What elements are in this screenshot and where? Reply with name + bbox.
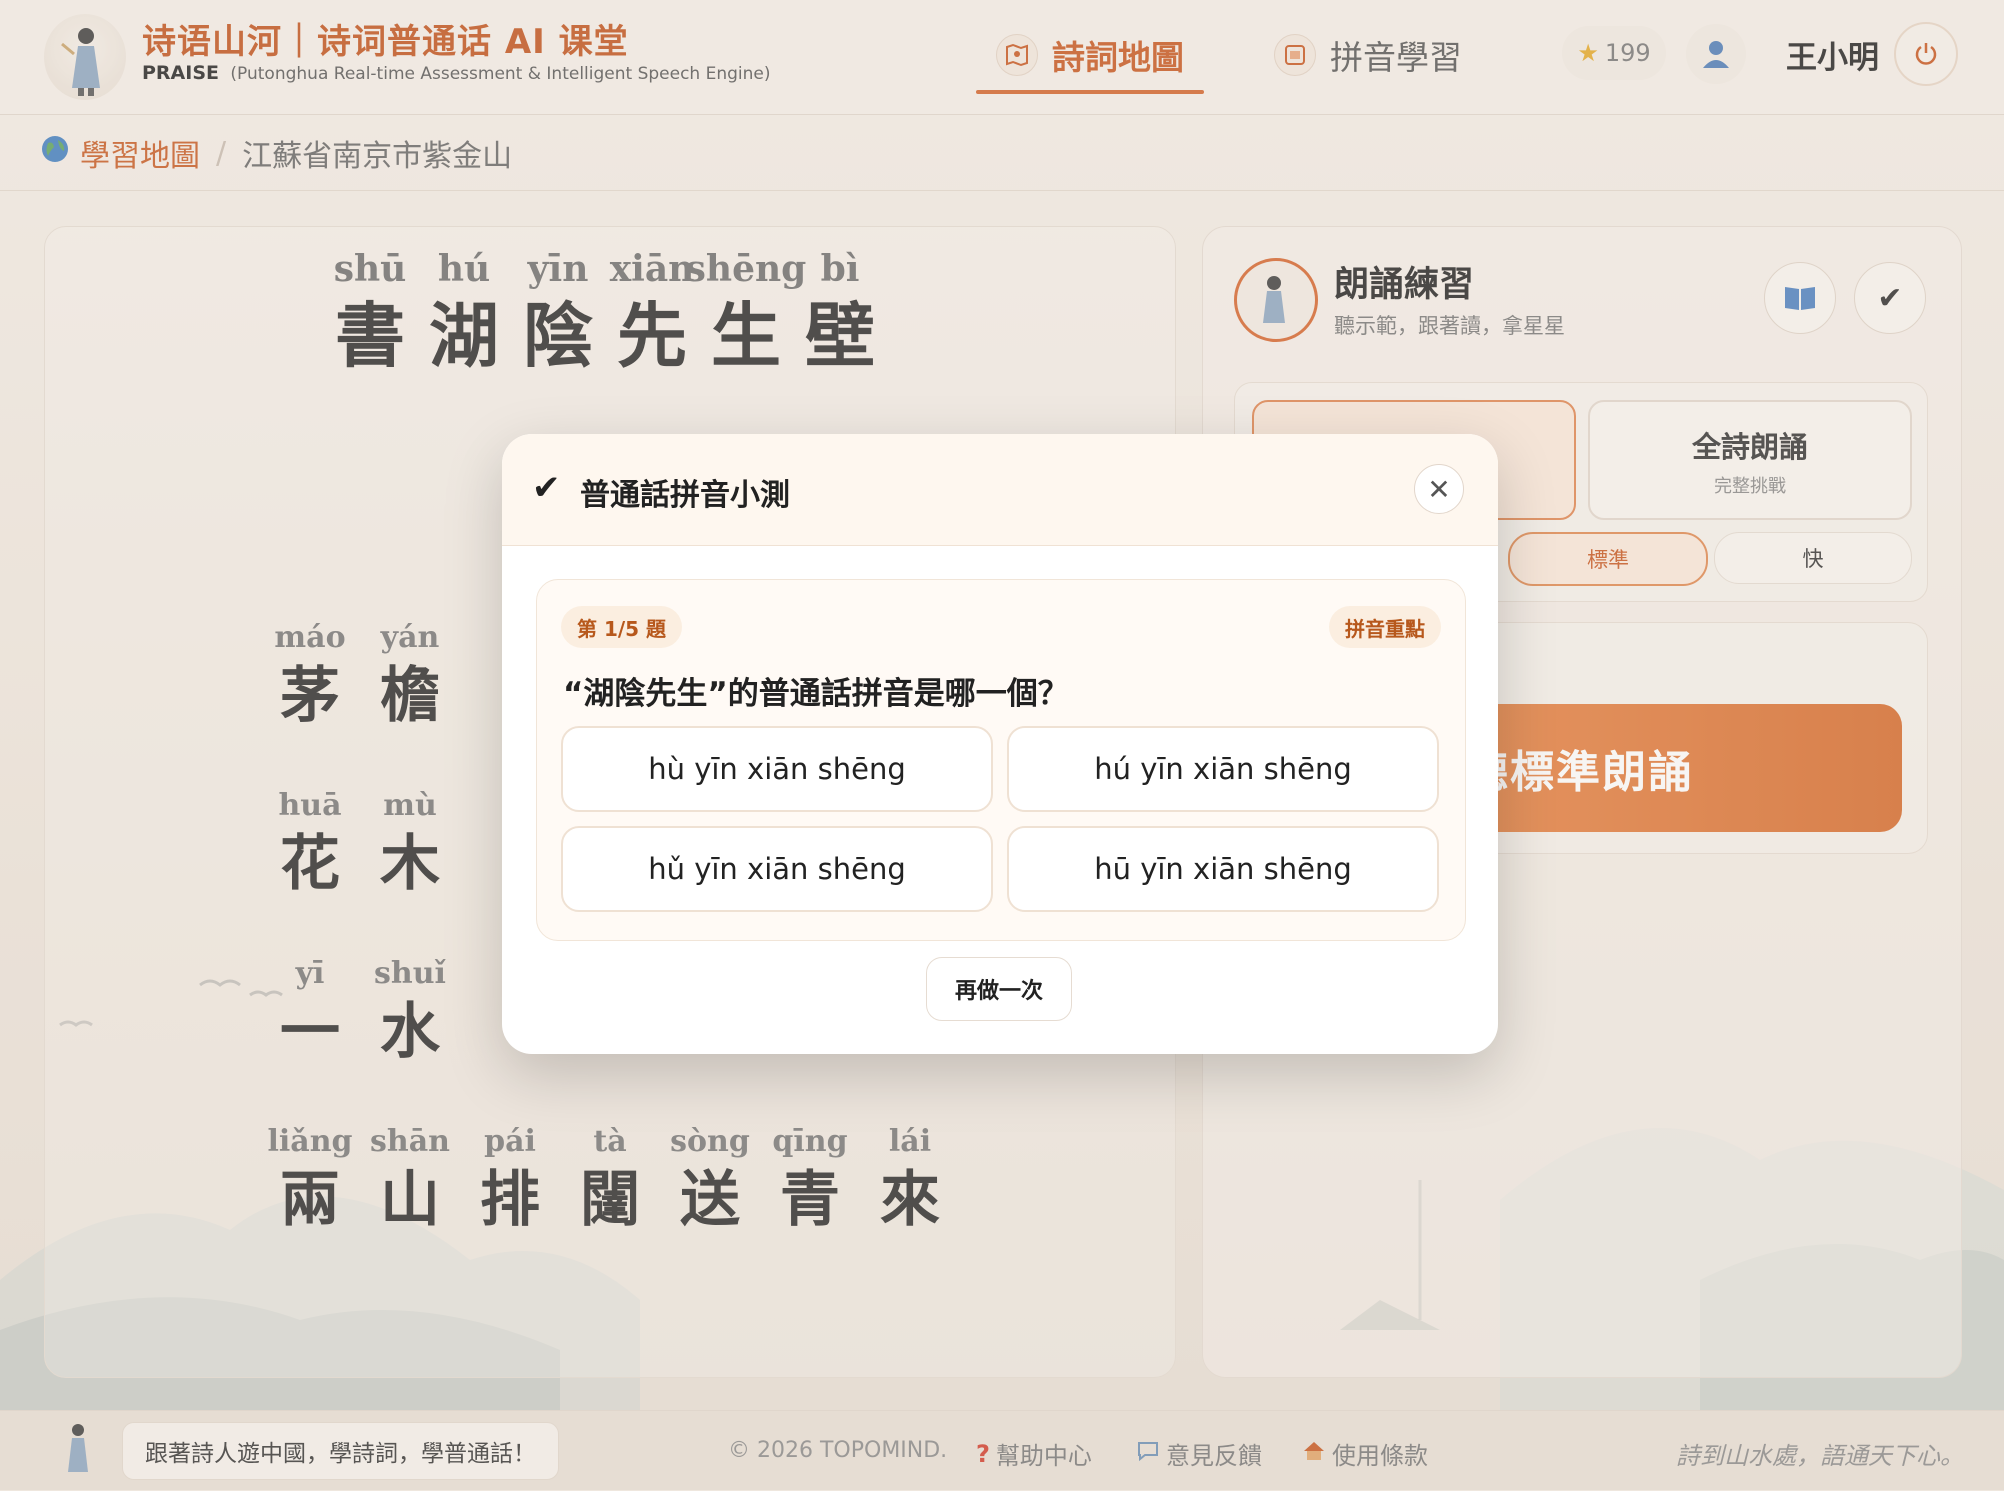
question-progress-badge: 第 1/5 題: [561, 606, 683, 648]
modal-header: ✔ 普通話拼音小測 ✕: [502, 434, 1498, 546]
app-root: 诗语山河｜诗词普通话 AI 课堂 PRAISE (Putonghua Real-…: [0, 0, 2004, 1490]
answer-option[interactable]: hǔ yīn xiān shēng: [561, 826, 993, 912]
question-card: 第 1/5 題 拼音重點 “湖陰先生”的普通話拼音是哪一個？ hù yīn xi…: [536, 579, 1466, 941]
pinyin-quiz-modal: ✔ 普通話拼音小測 ✕ 第 1/5 題 拼音重點 “湖陰先生”的普通話拼音是哪一…: [502, 434, 1498, 1054]
modal-title: 普通話拼音小測: [580, 478, 790, 513]
answer-option[interactable]: hū yīn xiān shēng: [1007, 826, 1439, 912]
question-text: “湖陰先生”的普通話拼音是哪一個？: [563, 676, 1069, 712]
check-icon: ✔: [532, 468, 561, 508]
retry-button[interactable]: 再做一次: [926, 957, 1072, 1021]
answer-option[interactable]: hù yīn xiān shēng: [561, 726, 993, 812]
close-icon[interactable]: ✕: [1414, 464, 1464, 514]
question-tag-badge: 拼音重點: [1329, 606, 1441, 648]
answer-option[interactable]: hú yīn xiān shēng: [1007, 726, 1439, 812]
